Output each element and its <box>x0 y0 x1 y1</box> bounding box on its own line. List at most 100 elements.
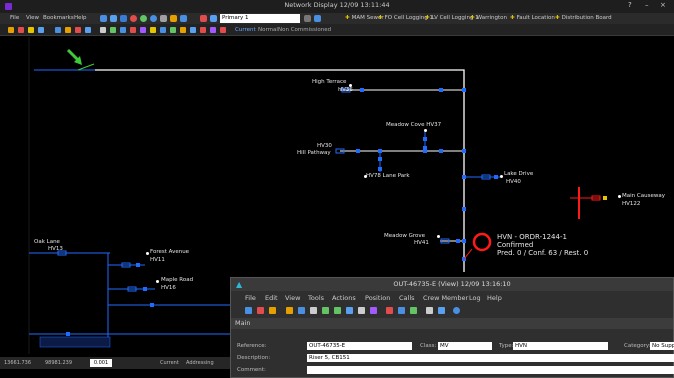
mode-normal[interactable]: Normal <box>258 27 278 33</box>
layer-tag-fault-location[interactable]: Fault Location <box>510 15 555 21</box>
lightning-icon[interactable] <box>28 27 34 33</box>
dropdown-icon[interactable] <box>304 15 311 22</box>
mode-current[interactable]: Current <box>235 27 256 33</box>
row-description: Description: Riser 5, CB151 <box>231 353 674 363</box>
dialog-menu-log[interactable]: Log <box>469 294 481 302</box>
section-main[interactable]: Main <box>231 318 673 329</box>
description-field[interactable]: Riser 5, CB151 <box>307 354 674 362</box>
clock-icon[interactable] <box>310 307 317 314</box>
user-icon[interactable] <box>190 27 196 33</box>
edit-icon[interactable] <box>269 307 276 314</box>
measure-icon[interactable] <box>38 27 44 33</box>
dialog-menu-calls[interactable]: Calls <box>399 294 415 302</box>
delete-icon[interactable] <box>257 307 264 314</box>
stop-icon[interactable] <box>130 15 137 22</box>
node-meadow-grove[interactable] <box>437 235 440 238</box>
dialog-menu-help[interactable]: Help <box>487 294 502 302</box>
node-main-causeway[interactable] <box>618 195 621 198</box>
calendar-icon[interactable] <box>220 27 226 33</box>
search-icon[interactable] <box>85 27 91 33</box>
node-forest-avenue[interactable] <box>146 252 149 255</box>
dialog-menu-tools[interactable]: Tools <box>308 294 324 302</box>
refresh-icon[interactable] <box>150 15 157 22</box>
incident-marker[interactable] <box>472 232 492 252</box>
layer-tag-warrington[interactable]: Warrington <box>470 15 507 21</box>
label-high-terrace: High Terrace <box>312 79 347 85</box>
node-maple-road[interactable] <box>156 280 159 283</box>
minimize-button[interactable]: – <box>645 1 649 9</box>
trace-icon[interactable] <box>18 27 24 33</box>
dialog-menu-edit[interactable]: Edit <box>265 294 278 302</box>
help-icon[interactable]: ? <box>628 1 632 9</box>
bookmark-icon[interactable] <box>180 15 187 22</box>
view-combo[interactable]: Primary 1 <box>220 14 300 23</box>
class-field[interactable]: MV <box>438 342 492 350</box>
grid-icon[interactable] <box>100 15 107 22</box>
map-icon[interactable] <box>398 307 405 314</box>
category-field[interactable]: No Supply <box>650 342 674 350</box>
info-icon[interactable] <box>160 27 166 33</box>
lock-icon[interactable] <box>180 27 186 33</box>
confirm-icon[interactable] <box>334 307 341 314</box>
dialog-menu-crew-member[interactable]: Crew Member <box>423 294 468 302</box>
label-hv16: HV16 <box>161 285 176 291</box>
globe-icon[interactable] <box>453 307 460 314</box>
dialog-title[interactable]: OUT-46735-E (View) 12/09 13:16:10 <box>231 278 673 291</box>
document-icon[interactable] <box>426 307 433 314</box>
note-icon[interactable] <box>65 27 71 33</box>
zoom-field[interactable]: 0.001 <box>90 359 112 367</box>
export-icon[interactable] <box>170 27 176 33</box>
label-main-causeway: Main Causeway <box>622 193 665 199</box>
label-lane-park: HV78 Lane Park <box>366 173 410 179</box>
save-icon[interactable] <box>245 307 252 314</box>
print-icon[interactable] <box>55 27 61 33</box>
copy-icon[interactable] <box>100 27 106 33</box>
chart-icon[interactable] <box>120 27 126 33</box>
location-icon[interactable] <box>410 307 417 314</box>
dialog-menu-file[interactable]: File <box>245 294 256 302</box>
print-icon[interactable] <box>438 307 445 314</box>
link-icon[interactable] <box>370 307 377 314</box>
tag-icon[interactable] <box>140 27 146 33</box>
alarm-icon[interactable] <box>200 15 207 22</box>
menu-view[interactable]: View <box>26 15 39 21</box>
filter-icon[interactable] <box>210 15 217 22</box>
restore-icon[interactable] <box>322 307 329 314</box>
close-button[interactable]: × <box>660 1 666 9</box>
zoom-icon[interactable] <box>120 15 127 22</box>
description-label: Description: <box>237 355 271 361</box>
layers-icon[interactable] <box>160 15 167 22</box>
history-icon[interactable] <box>210 27 216 33</box>
star-icon[interactable] <box>150 27 156 33</box>
dialog-menu-actions[interactable]: Actions <box>332 294 356 302</box>
highlight-icon[interactable] <box>170 15 177 22</box>
reference-field[interactable]: OUT-46735-E <box>307 342 412 350</box>
switch-icon[interactable] <box>346 307 353 314</box>
check-icon[interactable] <box>110 27 116 33</box>
menu-bookmarks[interactable]: Bookmarks <box>43 15 74 21</box>
call-icon[interactable] <box>298 307 305 314</box>
dialog-menu-position[interactable]: Position <box>365 294 390 302</box>
type-label: Type: <box>499 343 514 349</box>
select-icon[interactable] <box>8 27 14 33</box>
dialog-menu-view[interactable]: View <box>285 294 300 302</box>
alert-icon[interactable] <box>386 307 393 314</box>
layer-tag-distribution-board[interactable]: Distribution Board <box>555 15 612 21</box>
menu-help[interactable]: Help <box>74 15 87 21</box>
type-field[interactable]: HVN <box>513 342 608 350</box>
pause-icon[interactable] <box>130 27 136 33</box>
label-meadow-cove: Meadow Cove HV37 <box>386 122 442 128</box>
cancel-icon[interactable] <box>358 307 365 314</box>
node-meadow-cove[interactable] <box>424 129 427 132</box>
flag-icon[interactable] <box>75 27 81 33</box>
crew-icon[interactable] <box>286 307 293 314</box>
outage-dialog[interactable]: OUT-46735-E (View) 12/09 13:16:10 ▲ File… <box>230 277 674 378</box>
pan-icon[interactable] <box>110 15 117 22</box>
menu-file[interactable]: File <box>10 15 19 21</box>
go-icon[interactable] <box>140 15 147 22</box>
warning-icon[interactable] <box>200 27 206 33</box>
settings-icon[interactable] <box>314 15 321 22</box>
mode-non-commissioned[interactable]: Non Commissioned <box>278 27 331 33</box>
comment-field[interactable] <box>307 366 674 374</box>
node-lake-drive[interactable] <box>500 175 503 178</box>
